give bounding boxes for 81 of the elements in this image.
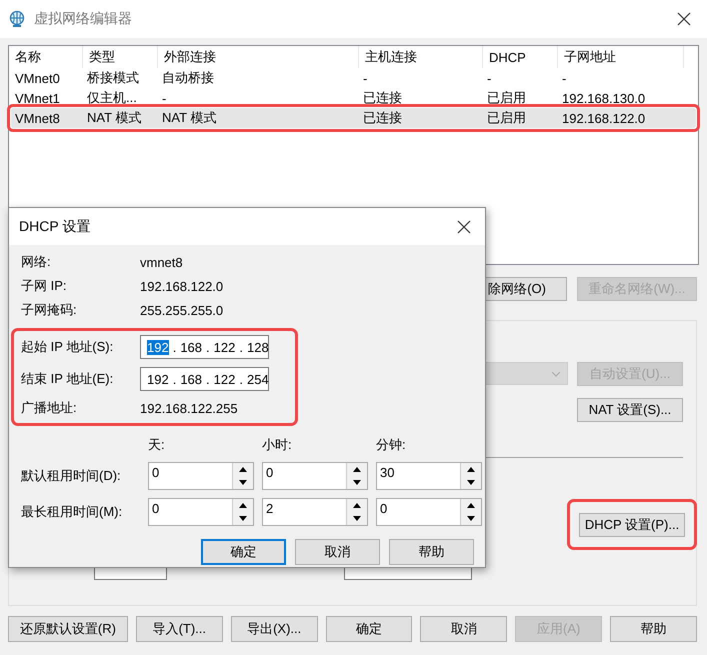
button[interactable]: 帮助 [389, 539, 474, 565]
table-cell-text: 桥接模式 [86, 69, 140, 87]
button[interactable]: 还原默认设置(R) [8, 616, 128, 642]
field-value: 192.168.122.255 [140, 400, 239, 416]
window-title: 虚拟网络编辑器 [34, 10, 133, 28]
spin-box[interactable]: 0 [376, 498, 482, 526]
table-cell-text: 已启用 [486, 89, 527, 107]
table-cell-text: 192.168.122.0 [561, 110, 646, 128]
button[interactable]: 取消 [420, 616, 508, 642]
table-cell-text: VMnet0 [14, 70, 61, 88]
spin-box[interactable]: 30 [376, 462, 482, 490]
field-value: vmnet8 [140, 254, 184, 271]
column-label: 天: [148, 436, 166, 454]
button[interactable]: 导出(X)... [230, 616, 318, 642]
field-value: 255.255.255.0 [140, 302, 224, 319]
table-cell-text: 自动桥接 [161, 69, 215, 87]
table-cell-text: - [486, 70, 492, 88]
spin-box[interactable]: 0 [148, 498, 254, 526]
column-label: 小时: [262, 436, 293, 454]
octet: 168 [180, 340, 202, 354]
button[interactable]: NAT 设置(S)... [577, 398, 683, 422]
dot-separator: . [172, 372, 176, 386]
table-cell-text: NAT 模式 [86, 109, 142, 127]
close-icon[interactable] [457, 220, 471, 234]
octet: 192 [147, 372, 169, 386]
table-cell-text: 仅主机... [86, 89, 138, 107]
column-header[interactable]: 名称 [9, 46, 83, 68]
table-cell-text: - [561, 70, 568, 88]
column-header[interactable]: DHCP [483, 46, 558, 68]
octet: 168 [180, 372, 202, 386]
button[interactable]: 确定 [326, 616, 412, 642]
button[interactable]: 帮助 [610, 616, 698, 642]
column-header[interactable]: 子网地址 [558, 46, 684, 68]
octet: 128 [246, 340, 269, 354]
button[interactable]: DHCP 设置(P)... [579, 512, 685, 536]
field-label: 子网掩码: [21, 301, 78, 319]
octet: 192 [147, 340, 169, 354]
table-cell-text: VMnet8 [14, 110, 61, 128]
globe-icon [8, 10, 26, 28]
close-icon[interactable] [677, 12, 691, 26]
octet: 254 [246, 372, 269, 386]
dot-separator: . [172, 340, 176, 354]
table-cell-text: 已连接 [362, 89, 403, 107]
ip-address-field[interactable]: 192 . 168 . 122 . 128 [140, 335, 269, 359]
dialog-title: DHCP 设置 [19, 218, 90, 236]
table-cell-text: 192.168.130.0 [561, 90, 646, 108]
column-header[interactable]: 主机连接 [359, 46, 483, 68]
field-label: 广播地址: [21, 399, 78, 417]
dot-separator: . [239, 340, 243, 354]
field-label: 结束 IP 地址(E): [21, 370, 114, 388]
dot-separator: . [206, 372, 210, 386]
column-header[interactable]: 外部连接 [158, 46, 359, 68]
field-label: 默认租用时间(D): [21, 467, 122, 485]
field-label: 起始 IP 地址(S): [21, 338, 114, 356]
column-header[interactable]: 类型 [83, 46, 158, 68]
field-label: 网络: [21, 253, 52, 271]
table-row[interactable]: VMnet1 仅主机... - 已连接 已启用 192.168.130.0 [11, 88, 696, 108]
table-cell-text: 已启用 [486, 109, 527, 127]
spin-box[interactable]: 0 [148, 462, 254, 490]
button[interactable]: 取消 [295, 539, 380, 565]
field-label: 最长租用时间(M): [21, 503, 124, 521]
button[interactable]: 导入(T)... [136, 616, 223, 642]
table-cell-text: 已连接 [362, 109, 403, 127]
spin-box[interactable]: 2 [262, 498, 368, 526]
table-cell-text: - [161, 90, 168, 108]
table-row[interactable]: VMnet0 桥接模式 自动桥接 - - - [11, 68, 696, 88]
button[interactable]: 确定 [201, 539, 286, 565]
octet: 122 [214, 340, 236, 354]
field-label: 子网 IP: [21, 277, 68, 295]
field-value: 192.168.122.0 [140, 278, 224, 295]
table-cell-text: - [362, 70, 368, 88]
column-label: 分钟: [376, 436, 407, 454]
octet: 122 [214, 372, 236, 386]
table-cell-text: VMnet1 [14, 90, 61, 108]
table-cell-text: NAT 模式 [161, 109, 218, 127]
table-row[interactable]: VMnet8 NAT 模式 NAT 模式 已连接 已启用 192.168.122.0 [11, 108, 696, 128]
dot-separator: . [206, 340, 210, 354]
spin-box[interactable]: 0 [262, 462, 368, 490]
ip-address-field[interactable]: 192 . 168 . 122 . 254 [140, 367, 269, 391]
caret-icon [551, 370, 561, 376]
dot-separator: . [239, 372, 243, 386]
